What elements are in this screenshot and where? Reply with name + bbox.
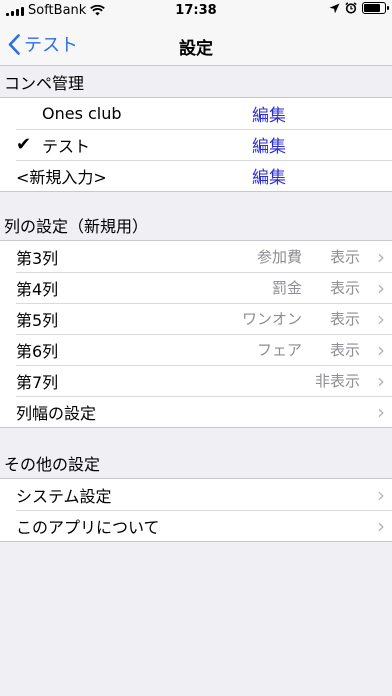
edit-button[interactable]: 編集 bbox=[252, 163, 286, 188]
status-bar: SoftBank 17:38 bbox=[0, 0, 392, 22]
column-width-row[interactable]: 列幅の設定 › bbox=[0, 396, 392, 427]
row-label: このアプリについて bbox=[16, 517, 160, 537]
row-value: フェア bbox=[256, 341, 302, 359]
row-display: 表示 bbox=[329, 279, 360, 297]
checkmark-icon: ✔ bbox=[16, 134, 32, 155]
row-label: 第6列 bbox=[16, 341, 59, 361]
chevron-right-icon: › bbox=[377, 275, 385, 300]
section-header-compe: コンペ管理 bbox=[0, 69, 392, 95]
column-row-7[interactable]: 第7列 非表示 › bbox=[0, 365, 392, 396]
section-header-other: その他の設定 bbox=[0, 450, 392, 476]
row-label: 列幅の設定 bbox=[16, 403, 97, 423]
compe-name: <新規入力> bbox=[16, 167, 107, 187]
row-value: ワンオン bbox=[241, 310, 302, 328]
row-label: 第7列 bbox=[16, 372, 59, 392]
row-display: 表示 bbox=[329, 341, 360, 359]
compe-name: テスト bbox=[42, 136, 91, 156]
chevron-right-icon: › bbox=[377, 337, 385, 362]
column-row-6[interactable]: 第6列 フェア 表示 › bbox=[0, 334, 392, 365]
row-display: 非表示 bbox=[314, 372, 360, 390]
chevron-right-icon: › bbox=[377, 368, 385, 393]
other-settings-list: システム設定 › このアプリについて › bbox=[0, 478, 392, 542]
row-display: 表示 bbox=[329, 310, 360, 328]
chevron-right-icon: › bbox=[377, 482, 385, 507]
system-settings-row[interactable]: システム設定 › bbox=[0, 479, 392, 510]
edit-button[interactable]: 編集 bbox=[252, 132, 286, 157]
row-label: 第4列 bbox=[16, 279, 59, 299]
row-label: システム設定 bbox=[16, 486, 112, 506]
location-icon bbox=[329, 3, 340, 13]
battery-icon bbox=[362, 2, 389, 14]
chevron-right-icon: › bbox=[377, 306, 385, 331]
column-row-4[interactable]: 第4列 罰金 表示 › bbox=[0, 272, 392, 303]
column-row-3[interactable]: 第3列 参加費 表示 › bbox=[0, 241, 392, 272]
compe-row[interactable]: ✔ テスト 編集 bbox=[0, 129, 392, 160]
compe-name: Ones club bbox=[42, 104, 122, 123]
section-header-columns: 列の設定（新規用） bbox=[0, 212, 392, 238]
chevron-right-icon: › bbox=[377, 399, 385, 424]
compe-list: Ones club 編集 ✔ テスト 編集 <新規入力> 編集 bbox=[0, 97, 392, 192]
column-row-5[interactable]: 第5列 ワンオン 表示 › bbox=[0, 303, 392, 334]
navigation-bar: テスト 設定 bbox=[0, 22, 392, 66]
row-display: 表示 bbox=[329, 248, 360, 266]
edit-button[interactable]: 編集 bbox=[252, 101, 286, 126]
compe-row[interactable]: Ones club 編集 bbox=[0, 98, 392, 129]
chevron-right-icon: › bbox=[377, 244, 385, 269]
about-app-row[interactable]: このアプリについて › bbox=[0, 510, 392, 541]
row-label: 第5列 bbox=[16, 310, 59, 330]
alarm-icon bbox=[345, 2, 357, 14]
chevron-right-icon: › bbox=[377, 513, 385, 538]
column-settings-list: 第3列 参加費 表示 › 第4列 罰金 表示 › 第5列 ワンオン 表示 › 第… bbox=[0, 240, 392, 428]
row-label: 第3列 bbox=[16, 248, 59, 268]
compe-row[interactable]: <新規入力> 編集 bbox=[0, 160, 392, 191]
row-value: 参加費 bbox=[256, 248, 302, 266]
row-value: 罰金 bbox=[271, 279, 302, 297]
page-title: 設定 bbox=[179, 39, 213, 59]
